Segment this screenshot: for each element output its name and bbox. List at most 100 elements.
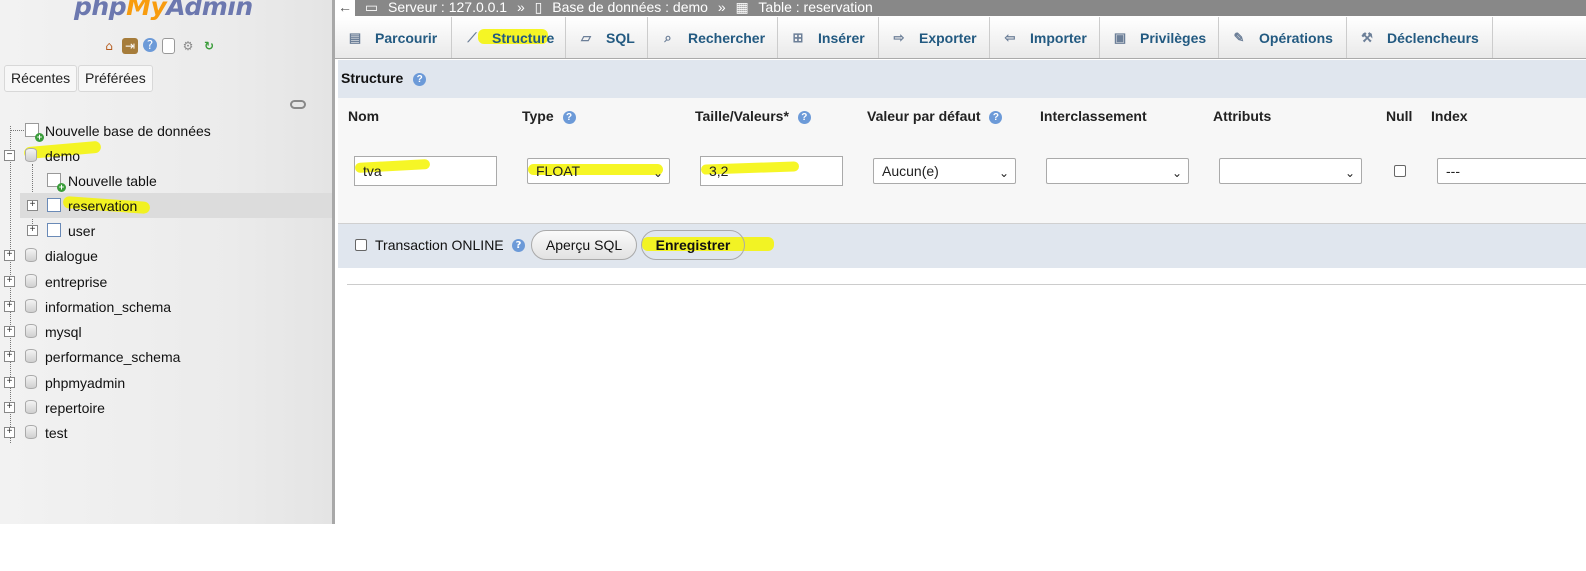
save-button[interactable]: Enregistrer [641,230,745,260]
tree-item-mysql[interactable]: + mysql [0,319,332,344]
tree-item-new-table[interactable]: Nouvelle table [0,168,332,193]
database-icon [25,375,37,389]
home-icon[interactable]: ⌂ [101,38,117,54]
link-with-main-icon[interactable] [290,100,306,109]
column-type-select[interactable]: FLOAT ⌄ [527,158,670,184]
table-icon: ▦ [735,0,749,15]
tree-item-repertoire[interactable]: + repertoire [0,395,332,420]
tree-item-information-schema[interactable]: + information_schema [0,294,332,319]
transaction-online-label: Transaction ONLINE [375,237,504,253]
chevron-down-icon: ⌄ [1171,166,1182,180]
column-collation-select[interactable]: ⌄ [1046,158,1189,184]
database-icon [25,299,37,313]
browse-icon: ▤ [348,29,362,45]
tab-browse[interactable]: ▤ Parcourir [335,17,452,58]
tab-triggers[interactable]: ⚒ Déclencheurs [1347,17,1493,58]
back-arrow-icon[interactable]: ← [335,0,355,16]
phpmyadmin-logo[interactable]: phpMyAdmin [74,0,253,21]
tree-item-reservation[interactable]: + reservation [0,193,332,218]
docs-icon[interactable] [162,38,175,54]
divider [347,284,1586,285]
reload-icon[interactable]: ↻ [201,38,217,54]
tab-search[interactable]: ⌕ Rechercher [648,17,778,58]
column-default-select[interactable]: Aucun(e) ⌄ [873,158,1016,184]
expand-icon[interactable]: + [4,402,15,413]
column-header-null: Null [1386,108,1413,124]
tree-item-new-database[interactable]: Nouvelle base de données [0,118,332,143]
search-icon: ⌕ [664,29,672,45]
structure-panel-header: Structure ? [338,60,1586,98]
collapse-icon[interactable]: − [4,150,15,161]
tab-insert[interactable]: ⊞ Insérer [778,17,879,58]
preview-sql-button[interactable]: Aperçu SQL [531,230,637,260]
breadcrumb-separator: » [516,0,525,15]
settings-icon[interactable]: ⚙ [180,38,196,54]
breadcrumb-database[interactable]: Base de données : demo [552,0,708,15]
help-icon[interactable]: ? [143,38,157,52]
help-icon[interactable]: ? [413,72,427,86]
column-index-select[interactable]: --- [1437,158,1586,184]
structure-form: Structure ? Nom Type ? Taille/Valeurs* ?… [338,60,1586,268]
help-icon[interactable]: ? [562,110,576,124]
tab-operations[interactable]: ✎ Opérations [1219,17,1347,58]
tab-import[interactable]: ⇦ Importer [990,17,1100,58]
logout-icon[interactable]: ⇥ [122,38,138,54]
chevron-down-icon: ⌄ [1344,166,1355,180]
column-header-name: Nom [348,108,380,124]
database-icon: ▯ [534,0,543,15]
column-attributes-select[interactable]: ⌄ [1219,158,1362,184]
tab-export[interactable]: ⇨ Exporter [879,17,990,58]
help-icon[interactable]: ? [797,110,811,124]
expand-icon[interactable]: + [4,276,15,287]
transaction-online-checkbox[interactable] [355,239,367,251]
tree-item-dialogue[interactable]: + dialogue [0,243,332,268]
breadcrumb-separator: » [717,0,726,15]
help-icon[interactable]: ? [989,110,1003,124]
database-icon [25,248,37,262]
help-icon[interactable]: ? [512,239,525,252]
database-icon [25,324,37,338]
table-tabs: ▤ Parcourir ⟋ Structure ▱ SQL ⌕ Recherch… [335,17,1586,59]
tree-item-demo[interactable]: − demo [0,143,332,168]
tab-privileges[interactable]: ▣ Privilèges [1100,17,1219,58]
sql-icon: ▱ [581,29,591,45]
triggers-icon: ⚒ [1361,29,1373,45]
breadcrumb: ← ▭ Serveur : 127.0.0.1 » ▯ Base de donn… [335,0,1586,16]
column-header-attributes: Attributs [1213,108,1272,124]
expand-icon[interactable]: + [27,225,38,236]
breadcrumb-table[interactable]: Table : reservation [758,0,872,15]
expand-icon[interactable]: + [4,250,15,261]
form-footer: Transaction ONLINE ? Aperçu SQL Enregist… [338,223,1586,268]
recent-tables-button[interactable]: Récentes [4,65,78,92]
expand-icon[interactable]: + [4,351,15,362]
tree-item-test[interactable]: + test [0,420,332,445]
database-icon [25,349,37,363]
breadcrumb-server[interactable]: Serveur : 127.0.0.1 [388,0,507,15]
new-table-icon [47,173,66,192]
expand-icon[interactable]: + [4,377,15,388]
chevron-down-icon: ⌄ [652,166,663,180]
column-name-input[interactable]: tva [354,156,497,186]
column-header-default: Valeur par défaut ? [867,108,1003,124]
expand-icon[interactable]: + [4,427,15,438]
expand-icon[interactable]: + [27,200,38,211]
tree-item-user[interactable]: + user [0,218,332,243]
table-icon [47,198,61,212]
operations-icon: ✎ [1233,29,1245,45]
expand-icon[interactable]: + [4,301,15,312]
expand-icon[interactable]: + [4,326,15,337]
column-header-index: Index [1431,108,1468,124]
table-icon [47,223,61,237]
tree-item-entreprise[interactable]: + entreprise [0,269,332,294]
quick-icons: ⌂ ⇥ ? ⚙ ↻ [101,38,217,54]
tab-sql[interactable]: ▱ SQL [566,17,648,58]
tab-structure[interactable]: ⟋ Structure [452,17,566,58]
page-title: Structure [341,70,404,86]
tree-item-performance-schema[interactable]: + performance_schema [0,344,332,369]
favorite-tables-button[interactable]: Préférées [78,65,153,92]
column-null-checkbox[interactable] [1394,165,1406,177]
navigation-sidebar: phpMyAdmin ⌂ ⇥ ? ⚙ ↻ Récentes Préférées … [0,0,335,524]
column-length-input[interactable]: 3,2 [700,156,843,186]
tree-item-phpmyadmin[interactable]: + phpmyadmin [0,370,332,395]
export-icon: ⇨ [893,29,905,45]
